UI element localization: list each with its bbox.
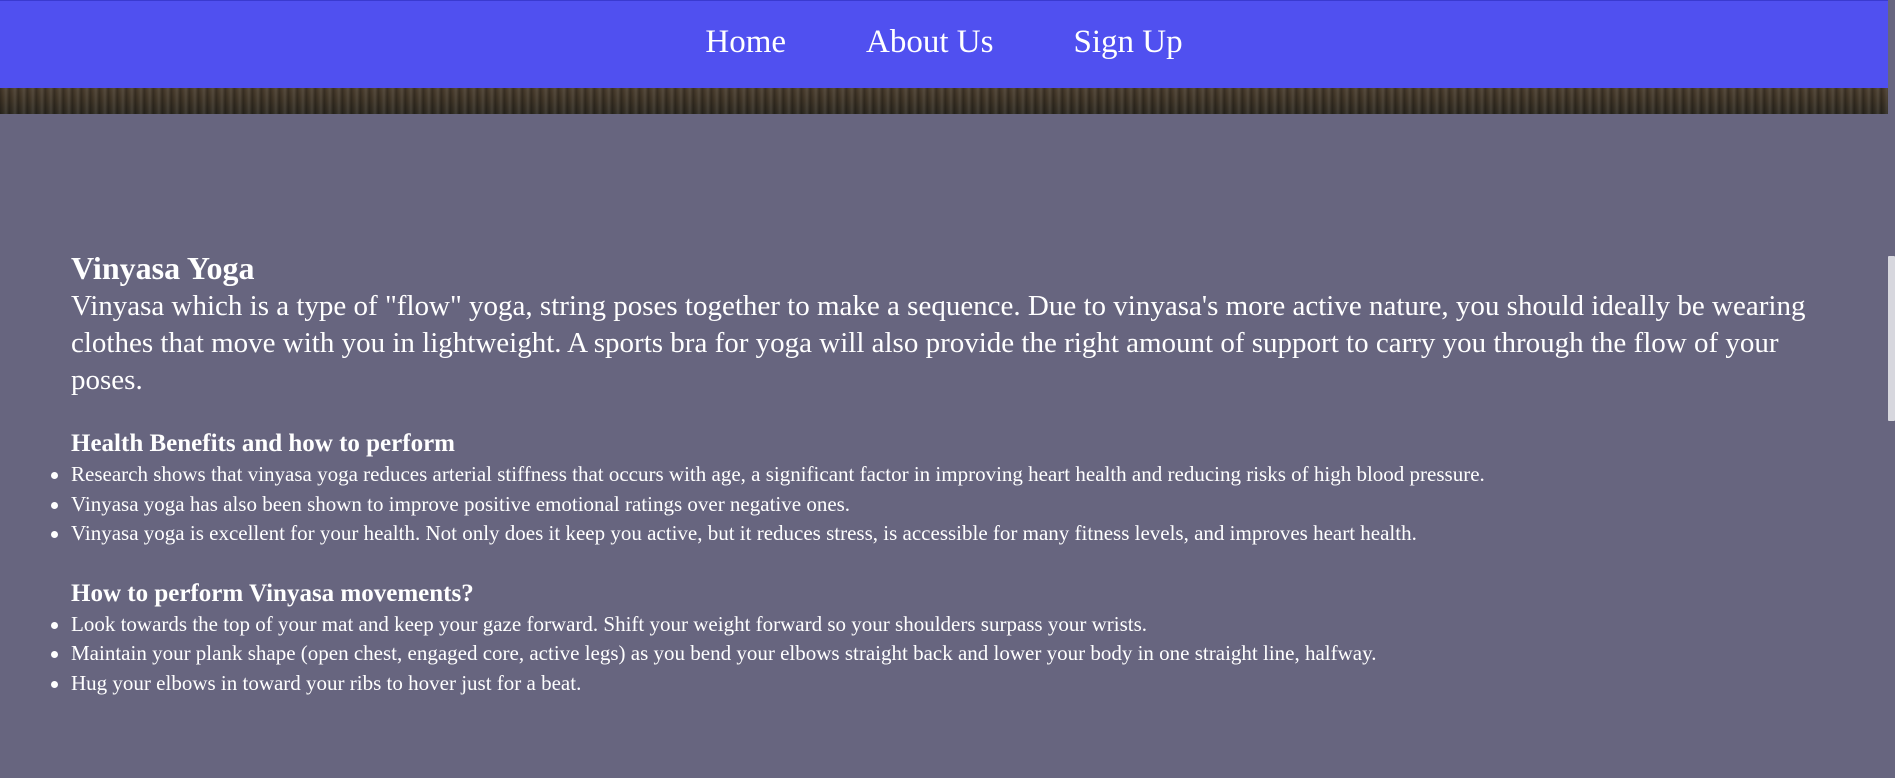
main-content: Vinyasa Yoga Vinyasa which is a type of … <box>51 248 1811 699</box>
vertical-scrollbar[interactable] <box>1888 0 1895 778</box>
nav-link-sign-up[interactable]: Sign Up <box>1073 24 1182 65</box>
list-item: Vinyasa yoga is excellent for your healt… <box>51 519 1811 549</box>
list-item: Maintain your plank shape (open chest, e… <box>51 639 1811 669</box>
section-heading-how-to-perform: How to perform Vinyasa movements? <box>71 579 474 607</box>
list-item: Hug your elbows in toward your ribs to h… <box>51 669 1811 699</box>
page-title: Vinyasa Yoga <box>71 250 255 286</box>
top-navbar: Home About Us Sign Up <box>0 0 1888 88</box>
page: Home About Us Sign Up Vinyasa Yoga Vinya… <box>0 0 1895 778</box>
scrollbar-thumb[interactable] <box>1888 256 1895 421</box>
nav-link-home[interactable]: Home <box>705 24 786 65</box>
health-benefits-list: Research shows that vinyasa yoga reduces… <box>51 460 1811 549</box>
list-item: Vinyasa yoga has also been shown to impr… <box>51 490 1811 520</box>
list-item: Look towards the top of your mat and kee… <box>51 610 1811 640</box>
hero-image-strip <box>0 88 1888 114</box>
intro-paragraph: Vinyasa which is a type of "flow" yoga, … <box>71 290 1806 396</box>
nav-link-about-us[interactable]: About Us <box>866 24 993 65</box>
section-heading-health-benefits: Health Benefits and how to perform <box>71 430 455 457</box>
list-item: Research shows that vinyasa yoga reduces… <box>51 460 1811 490</box>
movements-list: Look towards the top of your mat and kee… <box>51 610 1811 699</box>
